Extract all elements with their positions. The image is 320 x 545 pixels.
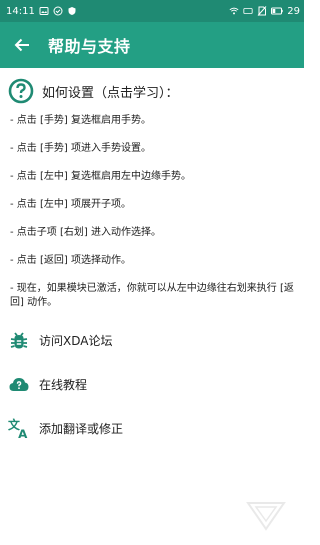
arrow-left-icon [14, 38, 29, 52]
status-time: 14:11 [6, 5, 35, 17]
cloud-help-icon [8, 373, 30, 395]
step-7: - 现在，如果模块已激活，你就可以从左中边缘往右划来执行 [返回] 动作。 [10, 283, 294, 308]
how-to-setup-heading[interactable]: 如何设置（点击学习）： [8, 76, 296, 106]
step-4: - 点击 [左中] 项展开子项。 [10, 199, 131, 210]
help-circle-icon [8, 78, 34, 104]
battery-icon [271, 7, 283, 15]
add-translation-item[interactable]: 文A 添加翻译或修正 [8, 406, 296, 450]
step-3: - 点击 [左中] 复选框启用左中边缘手势。 [10, 171, 191, 182]
step-1: - 点击 [手势] 复选框启用手势。 [10, 115, 151, 126]
app-bar: 帮助与支持 [0, 22, 304, 68]
visit-xda-forum-item[interactable]: 访问XDA论坛 [8, 318, 296, 362]
setup-steps: - 点击 [手势] 复选框启用手势。 - 点击 [手势] 项进入手势设置。 - … [8, 114, 296, 310]
visit-xda-label: 访问XDA论坛 [39, 333, 113, 348]
translate-icon: 文A [8, 417, 30, 440]
step-6: - 点击 [返回] 项选择动作。 [10, 255, 131, 266]
svg-text:A: A [18, 427, 28, 440]
back-button[interactable] [12, 35, 32, 55]
watermark-logo [246, 501, 286, 531]
battery-level: 29 [287, 5, 300, 17]
screen-icon [243, 8, 253, 14]
status-bar: 14:11 29 [0, 0, 304, 22]
check-notification-icon [53, 6, 63, 16]
image-notification-icon [39, 7, 49, 15]
online-tutorial-label: 在线教程 [39, 377, 88, 392]
wifi-icon [229, 7, 239, 15]
help-content: 如何设置（点击学习）： - 点击 [手势] 复选框启用手势。 - 点击 [手势]… [0, 68, 304, 450]
step-5: - 点击子项 [右划] 进入动作选择。 [10, 227, 161, 238]
online-tutorial-item[interactable]: 在线教程 [8, 362, 296, 406]
section-heading: 如何设置（点击学习）： [42, 85, 179, 101]
shield-notification-icon [68, 7, 76, 15]
bug-icon [8, 329, 30, 351]
add-translation-label: 添加翻译或修正 [39, 421, 124, 436]
step-2: - 点击 [手势] 项进入手势设置。 [10, 143, 151, 154]
page-title: 帮助与支持 [48, 37, 131, 56]
no-sim-icon [257, 6, 267, 16]
